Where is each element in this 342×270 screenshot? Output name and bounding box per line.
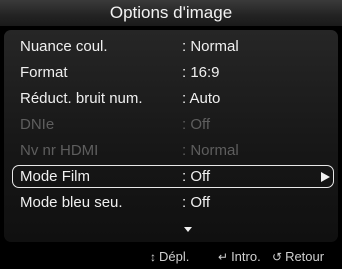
menu-item-nuance-coul[interactable]: Nuance coul. : Normal — [4, 34, 338, 60]
footer-return-hint: ↺ Retour — [272, 244, 324, 270]
menu-title: Options d'image — [0, 0, 342, 26]
menu-item-label: Format — [20, 64, 68, 81]
footer-enter-hint: ↵ Intro. — [218, 244, 261, 270]
menu-item-nv-nr-hdmi: Nv nr HDMI : Normal — [4, 138, 338, 164]
options-panel: Nuance coul. : Normal Format : 16:9 Rédu… — [4, 30, 338, 242]
menu-item-format[interactable]: Format : 16:9 — [4, 60, 338, 86]
arrow-right-icon — [321, 172, 330, 182]
menu-item-value: : Normal — [182, 38, 239, 55]
menu-item-dnie: DNIe : Off — [4, 112, 338, 138]
menu-item-label: Réduct. bruit num. — [20, 90, 143, 107]
menu-item-label: Nuance coul. — [20, 38, 108, 55]
return-label: Retour — [285, 249, 325, 264]
return-icon: ↺ — [272, 250, 283, 264]
menu-item-value: : Normal — [182, 142, 239, 159]
menu-item-value: : Off — [182, 194, 211, 211]
menu-item-mode-bleu-seu[interactable]: Mode bleu seu. : Off — [4, 190, 338, 216]
footer-help-bar: ↕ Dépl. ↵ Intro. ↺ Retour — [0, 244, 342, 269]
menu-item-label: Mode bleu seu. — [20, 194, 123, 211]
menu-item-label: DNIe — [20, 116, 55, 133]
footer-move-hint: ↕ Dépl. — [150, 244, 189, 270]
enter-label: Intro. — [231, 249, 261, 264]
menu-item-label: Mode Film — [20, 168, 91, 185]
menu-item-value: : Off — [182, 116, 211, 133]
scroll-down-arrow-icon[interactable] — [184, 227, 192, 232]
menu-item-value: : 16:9 — [182, 64, 220, 81]
menu-item-label: Nv nr HDMI — [20, 142, 99, 159]
tv-osd-menu: Options d'image Nuance coul. : Normal Fo… — [0, 0, 342, 269]
enter-icon: ↵ — [218, 250, 229, 264]
menu-item-value: : Off — [182, 168, 211, 185]
menu-item-reduct-bruit-num[interactable]: Réduct. bruit num. : Auto — [4, 86, 338, 112]
menu-item-value: : Auto — [182, 90, 221, 107]
move-updown-icon: ↕ — [150, 250, 156, 264]
move-label: Dépl. — [159, 249, 190, 264]
menu-item-mode-film[interactable]: Mode Film : Off — [4, 164, 338, 190]
